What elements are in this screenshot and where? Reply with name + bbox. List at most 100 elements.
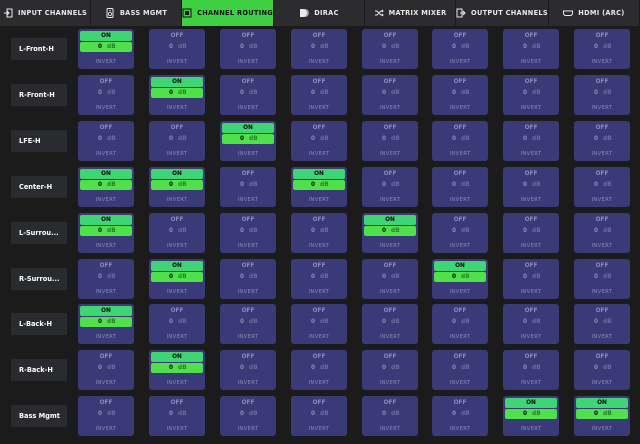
- invert-button[interactable]: INVERT: [503, 380, 559, 388]
- toggle-button[interactable]: OFF: [576, 352, 628, 362]
- invert-button[interactable]: INVERT: [503, 59, 559, 67]
- invert-button[interactable]: INVERT: [291, 243, 347, 251]
- invert-button[interactable]: INVERT: [78, 243, 134, 251]
- toggle-button[interactable]: ON: [151, 77, 203, 87]
- gain-value[interactable]: 0 dB: [293, 272, 345, 282]
- gain-value[interactable]: 0 dB: [222, 272, 274, 282]
- gain-value[interactable]: 0 dB: [80, 134, 132, 144]
- invert-button[interactable]: INVERT: [220, 59, 276, 67]
- toggle-button[interactable]: OFF: [293, 398, 345, 408]
- gain-value[interactable]: 0 dB: [222, 363, 274, 373]
- tab-output-channels[interactable]: OUTPUT CHANNELS: [456, 0, 549, 26]
- toggle-button[interactable]: ON: [80, 169, 132, 179]
- toggle-button[interactable]: ON: [151, 169, 203, 179]
- gain-value[interactable]: 0 dB: [434, 180, 486, 190]
- gain-value[interactable]: 0 dB: [293, 226, 345, 236]
- toggle-button[interactable]: OFF: [293, 31, 345, 41]
- invert-button[interactable]: INVERT: [432, 59, 488, 67]
- invert-button[interactable]: INVERT: [503, 289, 559, 297]
- invert-button[interactable]: INVERT: [78, 59, 134, 67]
- gain-value[interactable]: 0 dB: [364, 363, 416, 373]
- invert-button[interactable]: INVERT: [291, 151, 347, 159]
- toggle-button[interactable]: OFF: [576, 215, 628, 225]
- gain-value[interactable]: 0 dB: [364, 42, 416, 52]
- toggle-button[interactable]: OFF: [80, 398, 132, 408]
- toggle-button[interactable]: OFF: [80, 261, 132, 271]
- invert-button[interactable]: INVERT: [149, 334, 205, 342]
- invert-button[interactable]: INVERT: [291, 59, 347, 67]
- invert-button[interactable]: INVERT: [149, 197, 205, 205]
- gain-value[interactable]: 0 dB: [151, 409, 203, 419]
- toggle-button[interactable]: ON: [293, 169, 345, 179]
- toggle-button[interactable]: OFF: [505, 306, 557, 316]
- invert-button[interactable]: INVERT: [574, 59, 630, 67]
- toggle-button[interactable]: OFF: [434, 352, 486, 362]
- gain-value[interactable]: 0 dB: [293, 180, 345, 190]
- toggle-button[interactable]: OFF: [222, 352, 274, 362]
- toggle-button[interactable]: OFF: [576, 77, 628, 87]
- gain-value[interactable]: 0 dB: [434, 272, 486, 282]
- gain-value[interactable]: 0 dB: [505, 317, 557, 327]
- gain-value[interactable]: 0 dB: [364, 134, 416, 144]
- invert-button[interactable]: INVERT: [362, 289, 418, 297]
- toggle-button[interactable]: OFF: [222, 215, 274, 225]
- toggle-button[interactable]: ON: [576, 398, 628, 408]
- toggle-button[interactable]: OFF: [434, 31, 486, 41]
- gain-value[interactable]: 0 dB: [576, 317, 628, 327]
- toggle-button[interactable]: OFF: [293, 77, 345, 87]
- toggle-button[interactable]: OFF: [151, 306, 203, 316]
- toggle-button[interactable]: OFF: [576, 306, 628, 316]
- gain-value[interactable]: 0 dB: [293, 317, 345, 327]
- invert-button[interactable]: INVERT: [149, 105, 205, 113]
- gain-value[interactable]: 0 dB: [222, 134, 274, 144]
- invert-button[interactable]: INVERT: [432, 151, 488, 159]
- toggle-button[interactable]: OFF: [80, 352, 132, 362]
- invert-button[interactable]: INVERT: [362, 243, 418, 251]
- toggle-button[interactable]: OFF: [364, 123, 416, 133]
- toggle-button[interactable]: OFF: [364, 261, 416, 271]
- invert-button[interactable]: INVERT: [291, 334, 347, 342]
- toggle-button[interactable]: OFF: [364, 31, 416, 41]
- toggle-button[interactable]: OFF: [80, 123, 132, 133]
- gain-value[interactable]: 0 dB: [434, 226, 486, 236]
- gain-value[interactable]: 0 dB: [80, 363, 132, 373]
- toggle-button[interactable]: OFF: [222, 261, 274, 271]
- toggle-button[interactable]: OFF: [222, 77, 274, 87]
- toggle-button[interactable]: OFF: [505, 123, 557, 133]
- toggle-button[interactable]: OFF: [293, 306, 345, 316]
- toggle-button[interactable]: ON: [364, 215, 416, 225]
- toggle-button[interactable]: ON: [80, 31, 132, 41]
- invert-button[interactable]: INVERT: [362, 197, 418, 205]
- invert-button[interactable]: INVERT: [78, 380, 134, 388]
- invert-button[interactable]: INVERT: [432, 105, 488, 113]
- gain-value[interactable]: 0 dB: [364, 272, 416, 282]
- gain-value[interactable]: 0 dB: [151, 88, 203, 98]
- gain-value[interactable]: 0 dB: [434, 42, 486, 52]
- invert-button[interactable]: INVERT: [432, 243, 488, 251]
- invert-button[interactable]: INVERT: [149, 289, 205, 297]
- invert-button[interactable]: INVERT: [291, 289, 347, 297]
- gain-value[interactable]: 0 dB: [505, 226, 557, 236]
- invert-button[interactable]: INVERT: [220, 243, 276, 251]
- toggle-button[interactable]: ON: [80, 215, 132, 225]
- gain-value[interactable]: 0 dB: [293, 134, 345, 144]
- tab-matrix-mixer[interactable]: MATRIX MIXER: [365, 0, 457, 26]
- invert-button[interactable]: INVERT: [503, 105, 559, 113]
- invert-button[interactable]: INVERT: [220, 334, 276, 342]
- gain-value[interactable]: 0 dB: [80, 180, 132, 190]
- invert-button[interactable]: INVERT: [220, 380, 276, 388]
- toggle-button[interactable]: OFF: [576, 261, 628, 271]
- gain-value[interactable]: 0 dB: [151, 180, 203, 190]
- gain-value[interactable]: 0 dB: [505, 134, 557, 144]
- invert-button[interactable]: INVERT: [149, 151, 205, 159]
- invert-button[interactable]: INVERT: [432, 334, 488, 342]
- toggle-button[interactable]: OFF: [576, 31, 628, 41]
- invert-button[interactable]: INVERT: [503, 243, 559, 251]
- invert-button[interactable]: INVERT: [432, 289, 488, 297]
- toggle-button[interactable]: ON: [151, 352, 203, 362]
- invert-button[interactable]: INVERT: [503, 197, 559, 205]
- toggle-button[interactable]: OFF: [293, 352, 345, 362]
- invert-button[interactable]: INVERT: [220, 105, 276, 113]
- toggle-button[interactable]: OFF: [364, 352, 416, 362]
- toggle-button[interactable]: ON: [222, 123, 274, 133]
